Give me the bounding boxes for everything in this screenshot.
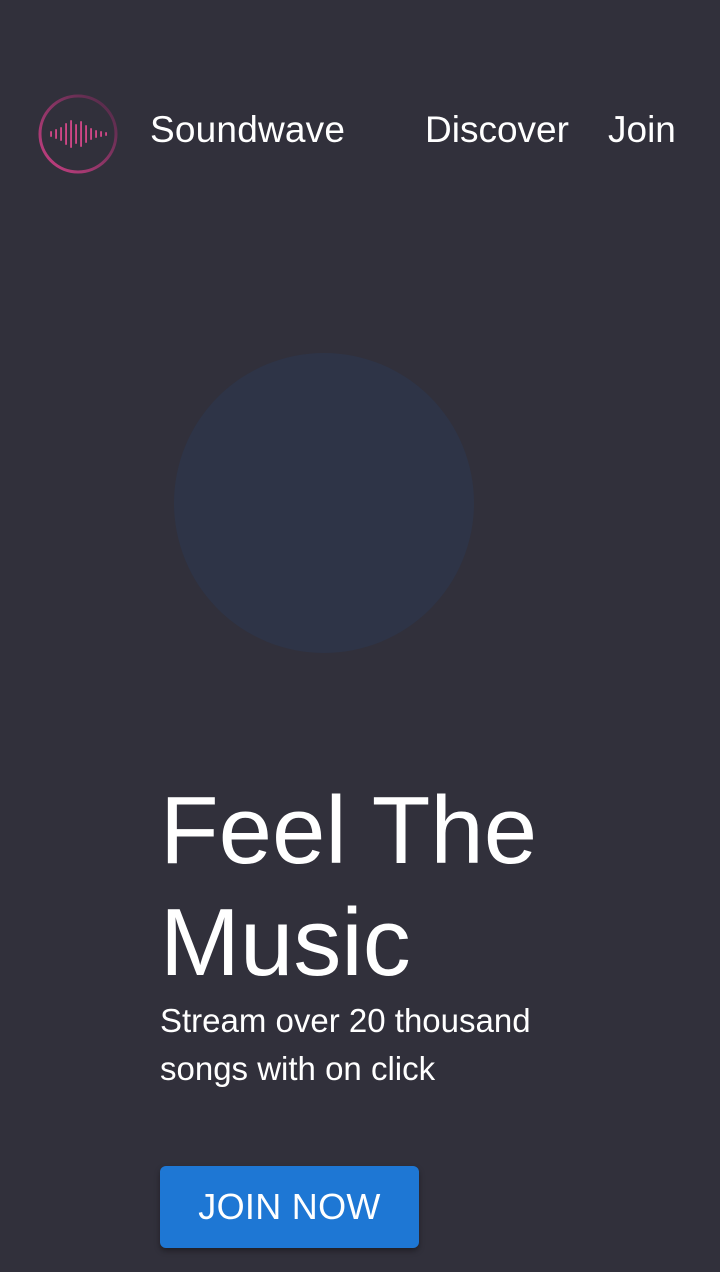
hero-circle-graphic xyxy=(174,353,474,653)
join-now-button[interactable]: JOIN NOW xyxy=(160,1166,419,1248)
landing-page: Soundwave Discover Join Feel The Music S… xyxy=(0,0,720,1272)
nav-link-discover[interactable]: Discover xyxy=(425,106,569,154)
nav-link-join[interactable]: Join xyxy=(608,106,676,154)
brand-name[interactable]: Soundwave xyxy=(150,106,345,154)
hero-subtitle: Stream over 20 thousand songs with on cl… xyxy=(160,1002,531,1087)
hero-title: Feel The Music xyxy=(160,777,538,996)
soundwave-logo-icon[interactable] xyxy=(36,92,120,176)
